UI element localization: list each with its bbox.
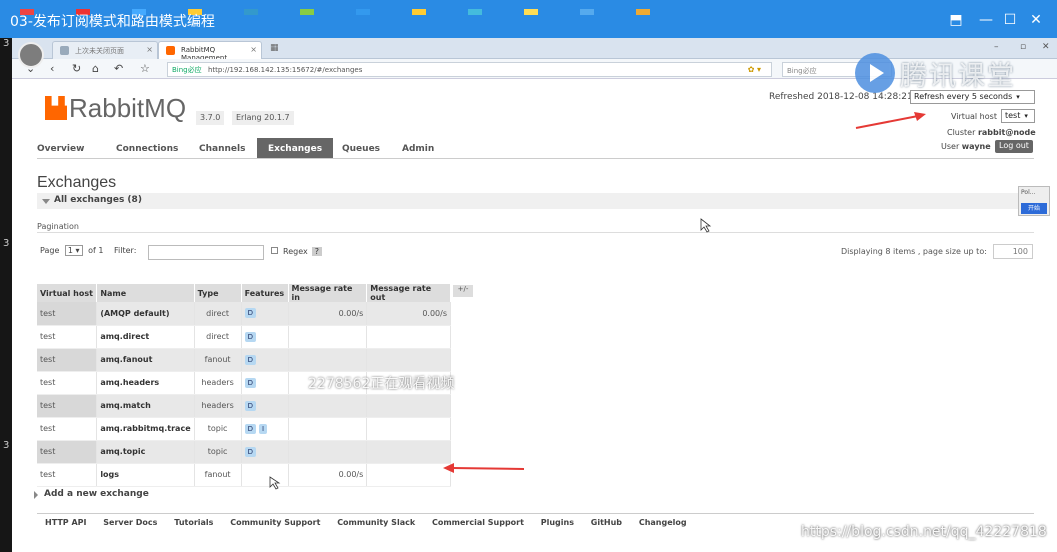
avatar[interactable]	[18, 42, 44, 68]
mouse-cursor-icon	[269, 476, 281, 490]
csdn-watermark: https://blog.csdn.net/qq_42227818	[801, 524, 1047, 540]
viewer-count-watermark: 2278562正在观看视频	[308, 376, 455, 392]
annotation-layer	[269, 112, 926, 490]
mouse-cursor-icon	[700, 218, 712, 233]
arrow-logs-row	[443, 463, 525, 473]
screen: 03-发布订阅模式和路由模式编程 ⬒ — ☐ ✕ 3 3 3 上次未关闭页面 ×…	[0, 0, 1057, 552]
arrow-virtual-host	[855, 112, 926, 129]
